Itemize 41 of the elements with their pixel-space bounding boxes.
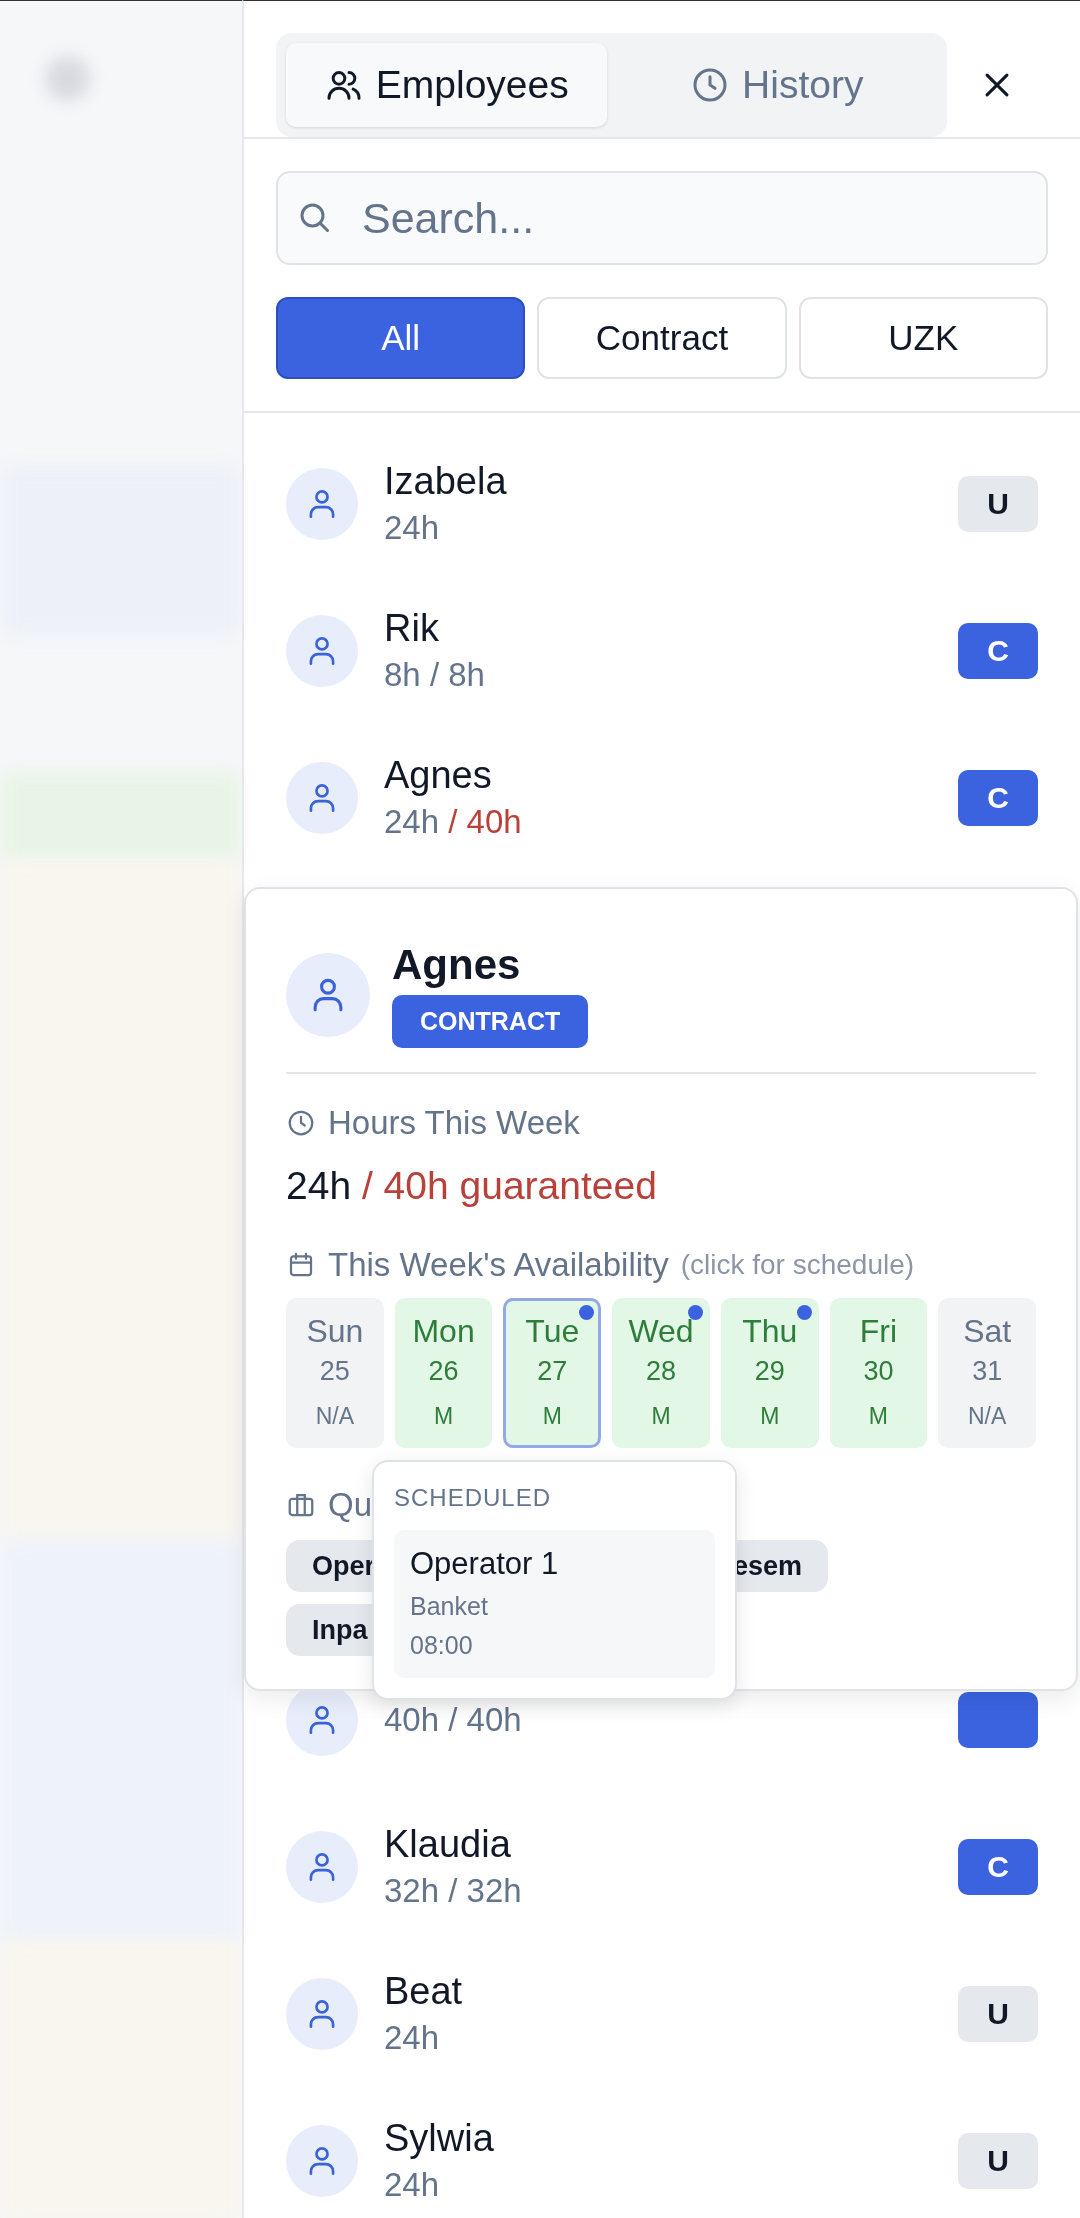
section-label: Hours This Week bbox=[328, 1104, 580, 1142]
contract-badge: CONTRACT bbox=[392, 995, 589, 1048]
employee-name: Klaudia bbox=[384, 1823, 512, 1866]
day-cell[interactable]: Sat 31 N/A bbox=[938, 1298, 1037, 1448]
hours-text: 8h / 8h bbox=[384, 656, 486, 694]
section-label: This Week's Availability bbox=[328, 1246, 669, 1284]
type-badge: C bbox=[958, 769, 1038, 826]
employee-name: Beat bbox=[384, 1970, 464, 2013]
employee-name: Agnes bbox=[392, 941, 522, 989]
day-cell[interactable]: Thu 29 M bbox=[720, 1298, 819, 1448]
section-label: Qu bbox=[328, 1486, 373, 1524]
type-badge: U bbox=[958, 2132, 1038, 2189]
employee-name: Agnes bbox=[384, 754, 493, 797]
day-cell[interactable]: Mon 26 M bbox=[394, 1298, 493, 1448]
filter-button[interactable]: All bbox=[276, 297, 526, 379]
search-field[interactable]: Search... bbox=[276, 171, 1048, 265]
hint-text: (click for schedule) bbox=[680, 1249, 915, 1281]
hours-text: 24h bbox=[384, 2019, 441, 2057]
type-badge: C bbox=[958, 622, 1038, 679]
employee-name: Izabela bbox=[384, 460, 508, 503]
day-cell[interactable]: Sun 25 N/A bbox=[286, 1298, 384, 1448]
type-badge: U bbox=[958, 1985, 1038, 2042]
tab[interactable]: History bbox=[616, 43, 937, 127]
hours-text: 24h bbox=[384, 509, 441, 547]
hours-text: 40h / 40h bbox=[384, 1700, 523, 1739]
tab[interactable]: Employees bbox=[286, 43, 607, 127]
employee-name: Rik bbox=[384, 607, 440, 650]
tooltip-title: SCHEDULED bbox=[394, 1484, 553, 1512]
hours-text: 24h / 40h guaranteed bbox=[286, 1164, 658, 1208]
hours-text: 24h / 40h bbox=[384, 803, 523, 841]
hours-text: 24h bbox=[384, 2166, 441, 2204]
clock-icon bbox=[286, 1108, 316, 1138]
day-cell[interactable]: Fri 30 M bbox=[829, 1298, 928, 1448]
employee-name: Sylwia bbox=[384, 2117, 495, 2160]
day-cell[interactable]: Tue 27 M bbox=[503, 1298, 602, 1448]
hours-text: 32h / 32h bbox=[384, 1872, 523, 1910]
filter-button[interactable]: Contract bbox=[537, 297, 787, 379]
type-badge: C bbox=[958, 1838, 1038, 1895]
filter-button[interactable]: UZK bbox=[798, 297, 1048, 379]
type-badge: U bbox=[958, 475, 1038, 532]
day-cell[interactable]: Wed 28 M bbox=[612, 1298, 710, 1448]
